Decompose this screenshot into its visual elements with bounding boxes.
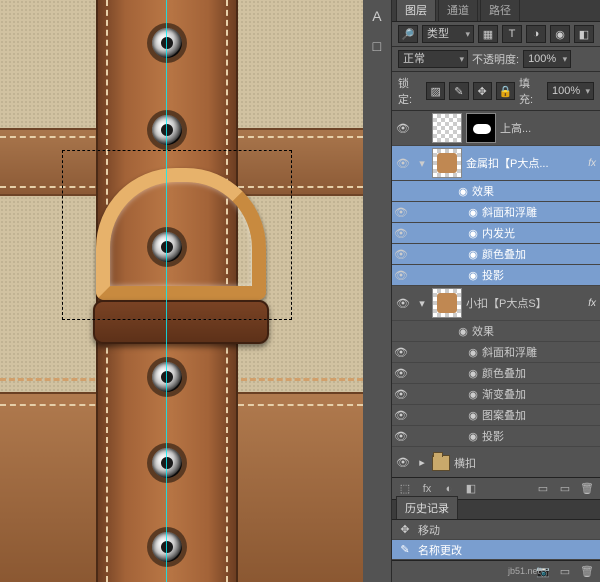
effects-toggle[interactable]: ▾ xyxy=(416,297,428,310)
effects-label: 效果 xyxy=(472,323,596,339)
lock-label: 锁定: xyxy=(398,75,422,107)
effect-name: 颜色叠加 xyxy=(482,365,596,381)
group-toggle[interactable]: ▸ xyxy=(416,456,428,469)
effect-row[interactable]: 👁◉投影 xyxy=(392,265,600,286)
move-icon: ✥ xyxy=(398,523,412,536)
new-layer-icon[interactable]: ▭ xyxy=(556,480,574,498)
tab-paths[interactable]: 路径 xyxy=(480,0,520,21)
visibility-icon[interactable]: 👁 xyxy=(392,367,410,380)
color-swatch[interactable]: □ xyxy=(365,34,389,58)
layer-row[interactable]: 👁 上高... xyxy=(392,111,600,146)
visibility-icon[interactable]: 👁 xyxy=(394,456,412,469)
visibility-icon[interactable]: 👁 xyxy=(392,269,410,282)
layer-kind-dropdown[interactable]: 类型 xyxy=(422,25,474,43)
visibility-icon[interactable]: 👁 xyxy=(394,297,412,310)
history-row[interactable]: ✥ 移动 xyxy=(392,520,600,540)
history-label: 移动 xyxy=(418,522,594,538)
visibility-icon[interactable]: 👁 xyxy=(392,346,410,359)
type-tool[interactable]: A xyxy=(365,4,389,28)
fill-value[interactable]: 100% xyxy=(547,82,594,100)
effect-row[interactable]: 👁◉颜色叠加 xyxy=(392,244,600,265)
layer-name[interactable]: 小扣【P大点S】 xyxy=(466,295,582,311)
effect-name: 投影 xyxy=(482,267,596,283)
layer-thumbnail[interactable] xyxy=(432,148,462,178)
fx-badge[interactable]: fx xyxy=(588,298,596,309)
link-layers-icon[interactable]: ⬚ xyxy=(396,480,414,498)
add-adjustment-icon[interactable]: ◧ xyxy=(462,480,480,498)
layer-thumbnail[interactable] xyxy=(432,288,462,318)
effect-name: 渐变叠加 xyxy=(482,386,596,402)
layer-list[interactable]: 👁 上高... 👁 ▾ 金属扣【P大点... fx ◉ 效果 👁◉斜面和浮雕 👁… xyxy=(392,111,600,477)
effect-row[interactable]: 👁◉斜面和浮雕 xyxy=(392,202,600,223)
layer-group-row[interactable]: 👁 ▸ 横扣 xyxy=(392,447,600,477)
visibility-icon[interactable]: 👁 xyxy=(392,409,410,422)
visibility-icon[interactable]: 👁 xyxy=(392,206,410,219)
effect-name: 投影 xyxy=(482,428,596,444)
effect-name: 斜面和浮雕 xyxy=(482,204,596,220)
tab-layers[interactable]: 图层 xyxy=(396,0,436,21)
tool-strip: A □ xyxy=(363,0,391,582)
filter-shape-icon[interactable]: ◉ xyxy=(550,25,570,43)
effect-name: 内发光 xyxy=(482,225,596,241)
visibility-icon[interactable]: 👁 xyxy=(394,157,412,170)
layer-name[interactable]: 金属扣【P大点... xyxy=(466,155,582,171)
lock-paint-icon[interactable]: ✎ xyxy=(449,82,468,100)
effect-row[interactable]: 👁◉斜面和浮雕 xyxy=(392,342,600,363)
filter-pixel-icon[interactable]: ▦ xyxy=(478,25,498,43)
effects-header[interactable]: ◉ 效果 xyxy=(392,181,600,202)
effects-label: 效果 xyxy=(472,183,596,199)
layer-name[interactable]: 横扣 xyxy=(454,455,596,471)
history-new-icon[interactable]: ▭ xyxy=(556,563,574,581)
effects-header[interactable]: ◉效果 xyxy=(392,321,600,342)
visibility-icon[interactable]: 👁 xyxy=(394,122,412,135)
search-icon[interactable]: 🔎 xyxy=(398,25,418,43)
history-label: 名称更改 xyxy=(418,542,594,558)
delete-layer-icon[interactable]: 🗑 xyxy=(578,480,596,498)
effect-row[interactable]: 👁◉内发光 xyxy=(392,223,600,244)
effect-row[interactable]: 👁◉渐变叠加 xyxy=(392,384,600,405)
effect-row[interactable]: 👁◉图案叠加 xyxy=(392,405,600,426)
transform-selection[interactable] xyxy=(62,150,292,320)
layer-mask-thumbnail[interactable] xyxy=(466,113,496,143)
effect-name: 斜面和浮雕 xyxy=(482,344,596,360)
lock-transparent-icon[interactable]: ▨ xyxy=(426,82,445,100)
history-delete-icon[interactable]: 🗑 xyxy=(578,563,596,581)
filter-type-icon[interactable]: T xyxy=(502,25,522,43)
effect-name: 图案叠加 xyxy=(482,407,596,423)
effect-name: 颜色叠加 xyxy=(482,246,596,262)
new-group-icon[interactable]: ▭ xyxy=(534,480,552,498)
opacity-label: 不透明度: xyxy=(472,51,519,67)
lock-position-icon[interactable]: ✥ xyxy=(473,82,492,100)
tab-history[interactable]: 历史记录 xyxy=(396,496,458,519)
add-effect-icon[interactable]: fx xyxy=(418,480,436,498)
filter-adjust-icon[interactable]: ◑ xyxy=(526,25,546,43)
add-mask-icon[interactable]: ◐ xyxy=(440,480,458,498)
folder-icon xyxy=(432,455,450,471)
layer-row[interactable]: 👁 ▾ 小扣【P大点S】 fx xyxy=(392,286,600,321)
blend-mode-dropdown[interactable]: 正常 xyxy=(398,50,468,68)
effects-toggle[interactable]: ▾ xyxy=(416,157,428,170)
layers-panel-tabs: 图层 通道 路径 xyxy=(392,0,600,22)
fx-badge[interactable]: fx xyxy=(588,158,596,169)
history-row[interactable]: ✎ 名称更改 xyxy=(392,540,600,560)
visibility-icon[interactable]: 👁 xyxy=(392,248,410,261)
visibility-icon[interactable]: 👁 xyxy=(392,388,410,401)
document-canvas[interactable] xyxy=(0,0,363,582)
rename-icon: ✎ xyxy=(398,543,412,556)
effect-row[interactable]: 👁◉投影 xyxy=(392,426,600,447)
visibility-icon[interactable]: 👁 xyxy=(392,430,410,443)
fill-label: 填充: xyxy=(519,75,543,107)
effect-row[interactable]: 👁◉颜色叠加 xyxy=(392,363,600,384)
layer-name[interactable]: 上高... xyxy=(500,120,596,136)
opacity-value[interactable]: 100% xyxy=(523,50,571,68)
lock-all-icon[interactable]: 🔒 xyxy=(496,82,515,100)
layer-row[interactable]: 👁 ▾ 金属扣【P大点... fx xyxy=(392,146,600,181)
history-snapshot-icon[interactable]: 📷 xyxy=(534,563,552,581)
layer-thumbnail[interactable] xyxy=(432,113,462,143)
tab-channels[interactable]: 通道 xyxy=(438,0,478,21)
filter-smart-icon[interactable]: ◧ xyxy=(574,25,594,43)
visibility-icon[interactable]: 👁 xyxy=(392,227,410,240)
